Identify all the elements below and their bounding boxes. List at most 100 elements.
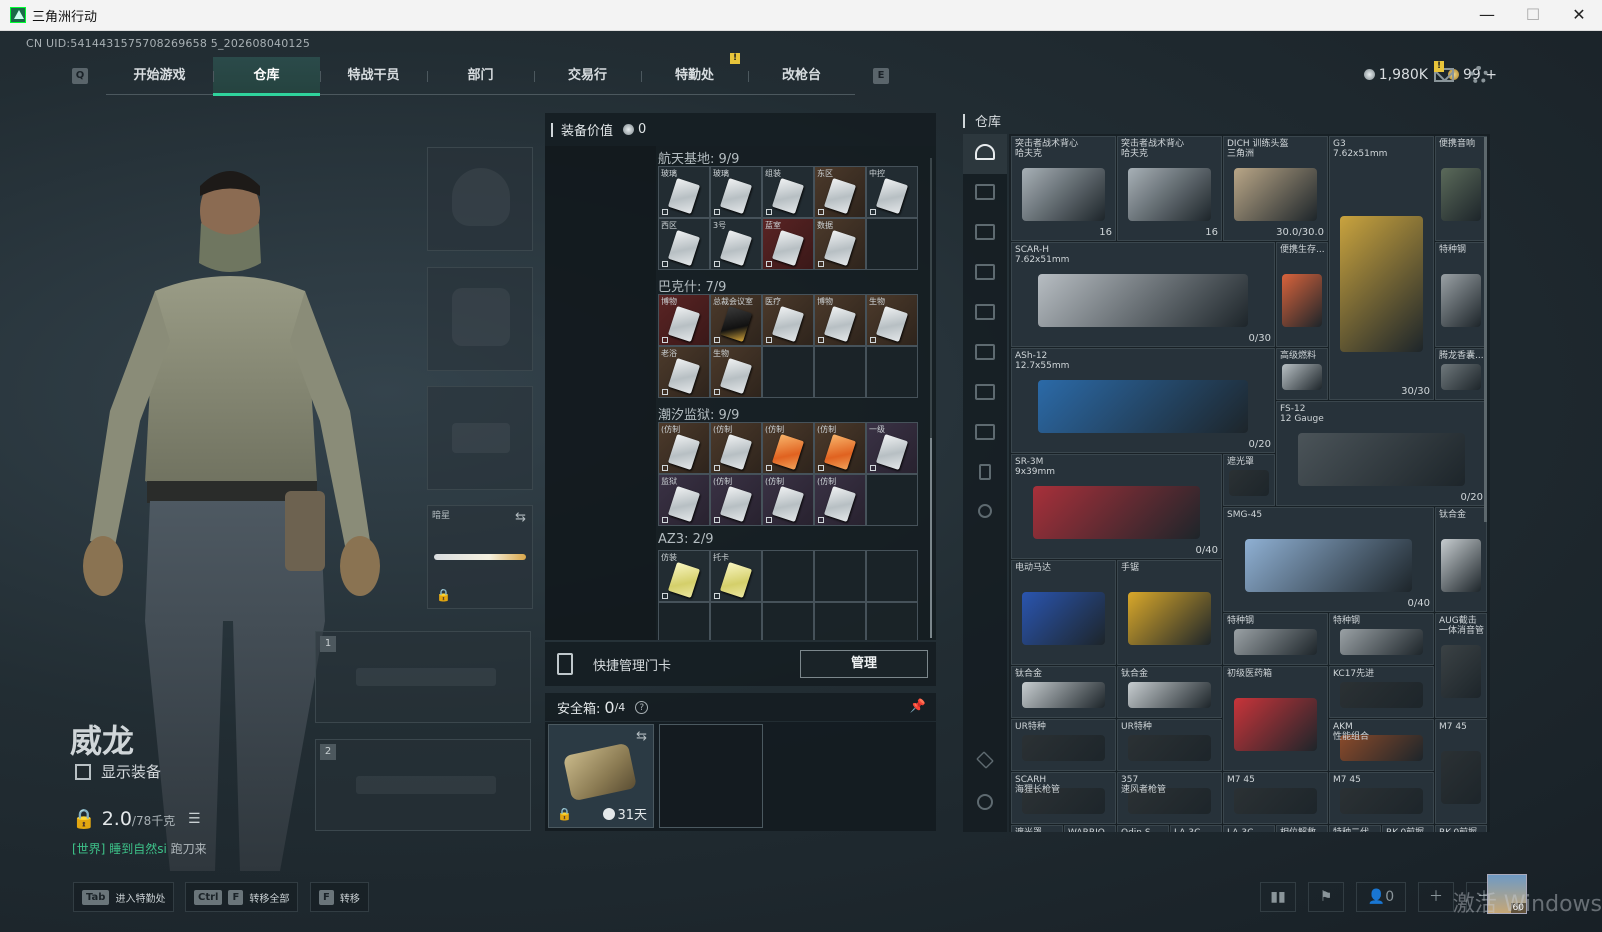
keycard-item[interactable]: (仿制 (710, 422, 762, 474)
warehouse-item[interactable]: 357 速风者枪管 (1117, 772, 1222, 824)
warehouse-item[interactable]: 特种钢 (1223, 613, 1328, 665)
primary-weapon-slot[interactable]: 1 (315, 631, 531, 723)
keycard-item[interactable]: 中控 (866, 166, 918, 218)
warehouse-item[interactable]: SCARH 海狸长枪管 (1011, 772, 1116, 824)
warehouse-item[interactable]: SMG-45 0/40 (1223, 507, 1434, 612)
safe-box-empty-slot[interactable] (659, 724, 763, 828)
warehouse-item[interactable]: LA-3C (1170, 825, 1222, 832)
warehouse-item[interactable]: 钛合金 (1435, 507, 1487, 612)
warehouse-item[interactable]: 遮光罩 (1011, 825, 1063, 832)
tab-1[interactable]: 仓库 (213, 57, 320, 96)
warehouse-item[interactable]: RK-0前握 (1382, 825, 1434, 832)
warehouse-item[interactable]: AKM 性能组合 (1329, 719, 1434, 771)
maximize-button[interactable]: ☐ (1510, 0, 1556, 31)
keycard-item[interactable]: 博物 (814, 294, 866, 346)
warehouse-item[interactable]: UR特种 (1117, 719, 1222, 771)
warehouse-item[interactable]: UR特种 (1011, 719, 1116, 771)
warehouse-item[interactable]: G3 7.62x51mm 30/30 (1329, 136, 1434, 400)
warehouse-item[interactable]: DICH 训练头盔 三角洲 30.0/30.0 (1223, 136, 1328, 241)
warehouse-item[interactable]: 手锯 (1117, 560, 1222, 665)
help-icon[interactable]: ? (635, 700, 649, 714)
warehouse-sort-button[interactable] (963, 784, 1007, 824)
warehouse-settings-tab[interactable] (963, 494, 1007, 534)
flag-icon[interactable]: ⚑ (1308, 882, 1344, 912)
keycard-empty-slot[interactable] (866, 474, 918, 526)
keycard-item[interactable]: 一级 (866, 422, 918, 474)
close-button[interactable]: ✕ (1556, 0, 1602, 31)
keycard-item[interactable]: 总裁会议室 (710, 294, 762, 346)
warehouse-item[interactable]: 遮光罩 (1223, 454, 1275, 506)
keycard-empty-slot[interactable] (762, 346, 814, 398)
gear-icon[interactable] (1470, 66, 1488, 84)
keycard-item[interactable]: 蓝室 (762, 218, 814, 270)
warehouse-item[interactable]: LA-3C (1223, 825, 1275, 832)
keycard-item[interactable]: 生物 (866, 294, 918, 346)
keycard-container[interactable]: 航天基地: 9/9 玻璃 玻璃 组装 东区 中控 西区 3号 蓝室 数据 巴克什: 7/9 博物 总裁会… (545, 146, 936, 640)
keycard-item[interactable]: 监狱 (658, 474, 710, 526)
keycard-empty-slot[interactable] (814, 550, 866, 602)
keycard-scrollbar[interactable] (930, 158, 932, 638)
hotkey-transfer-all[interactable]: Ctrl F 转移全部 (185, 882, 299, 912)
warehouse-item[interactable]: 腾龙香囊... (1435, 348, 1487, 400)
warehouse-item[interactable]: M7 45 (1223, 772, 1328, 824)
show-gear-toggle[interactable]: 显示装备 (75, 761, 161, 782)
keycard-item[interactable]: (仿制 (710, 474, 762, 526)
keycard-item[interactable]: 博物 (658, 294, 710, 346)
tab-4[interactable]: 交易行 (534, 57, 641, 95)
keycard-item[interactable]: (仿制 (762, 422, 814, 474)
warehouse-item[interactable]: 便携生存... (1276, 242, 1328, 347)
world-chat-line[interactable]: [世界] 睡到自然si 跑刀来 (72, 840, 207, 857)
warehouse-item[interactable]: 电动马达 (1011, 560, 1116, 665)
keycard-item[interactable]: 3号 (710, 218, 762, 270)
tab-6[interactable]: 改枪台 (748, 57, 855, 95)
show-gear-checkbox[interactable] (75, 763, 91, 780)
keycard-empty-slot[interactable] (814, 602, 866, 640)
warehouse-tab-6[interactable] (963, 374, 1007, 414)
warehouse-tab-5[interactable] (963, 334, 1007, 374)
warehouse-item[interactable]: SCAR-H 7.62x51mm 0/30 (1011, 242, 1275, 347)
tab-3[interactable]: 部门 (427, 57, 534, 95)
warehouse-item[interactable]: RK-0前握 (1435, 825, 1487, 832)
keycard-empty-slot[interactable] (814, 346, 866, 398)
warehouse-item[interactable]: 突击者战术背心 哈夫克 16 (1117, 136, 1222, 241)
warehouse-item[interactable]: KC17先进 (1329, 666, 1434, 718)
warehouse-item[interactable]: WARRIO... (1064, 825, 1116, 832)
friends-button[interactable]: 👤0 (1356, 882, 1406, 912)
keycard-empty-slot[interactable] (866, 550, 918, 602)
warehouse-lock-tab[interactable] (963, 454, 1007, 494)
warehouse-item[interactable]: 高级燃料 (1276, 348, 1328, 400)
warehouse-grid[interactable]: 突击者战术背心 哈夫克 16 突击者战术背心 哈夫克 16 DICH 训练头盔 三角洲 3… (1009, 134, 1490, 832)
pin-icon[interactable]: 📌 (910, 699, 926, 714)
warehouse-tab-1[interactable] (963, 174, 1007, 214)
list-icon[interactable]: ☰ (188, 811, 201, 827)
hotkey-transfer[interactable]: F 转移 (310, 882, 369, 912)
warehouse-item[interactable]: ASh-12 12.7x55mm 0/20 (1011, 348, 1275, 453)
warehouse-tab-4[interactable] (963, 294, 1007, 334)
tab-0[interactable]: 开始游戏 (106, 57, 213, 95)
warehouse-item[interactable]: 初级医药箱 (1223, 666, 1328, 771)
warehouse-tab-2[interactable] (963, 214, 1007, 254)
warehouse-item[interactable]: 钛合金 (1011, 666, 1116, 718)
warehouse-item[interactable]: Odin S (1117, 825, 1169, 832)
warehouse-item[interactable]: M7 45 (1435, 719, 1487, 824)
keycard-item[interactable]: 玻璃 (710, 166, 762, 218)
hotkey-enter-workshop[interactable]: Tab 进入特勤处 (73, 882, 175, 912)
keycard-item[interactable]: 组装 (762, 166, 814, 218)
pistol-slot[interactable] (427, 386, 533, 490)
swap-icon[interactable]: ⇆ (636, 729, 647, 744)
keycard-empty-slot[interactable] (762, 602, 814, 640)
warehouse-item[interactable]: 钛合金 (1117, 666, 1222, 718)
keycard-item[interactable]: (仿制 (814, 422, 866, 474)
warehouse-scrollbar[interactable] (1484, 137, 1487, 522)
silver-currency[interactable]: 1,980K (1363, 67, 1428, 83)
manage-button[interactable]: 管理 (800, 650, 928, 678)
warehouse-item[interactable]: FS-12 12 Gauge 0/20 (1276, 401, 1487, 506)
keycard-item[interactable]: 东区 (814, 166, 866, 218)
keycard-empty-slot[interactable] (866, 218, 918, 270)
keycard-item[interactable]: (仿制 (762, 474, 814, 526)
keycard-empty-slot[interactable] (762, 550, 814, 602)
keycard-empty-slot[interactable] (866, 602, 918, 640)
armor-slot[interactable] (427, 267, 533, 371)
warehouse-layers-button[interactable] (963, 742, 1007, 782)
warehouse-item[interactable]: SR-3M 9x39mm 0/40 (1011, 454, 1222, 559)
